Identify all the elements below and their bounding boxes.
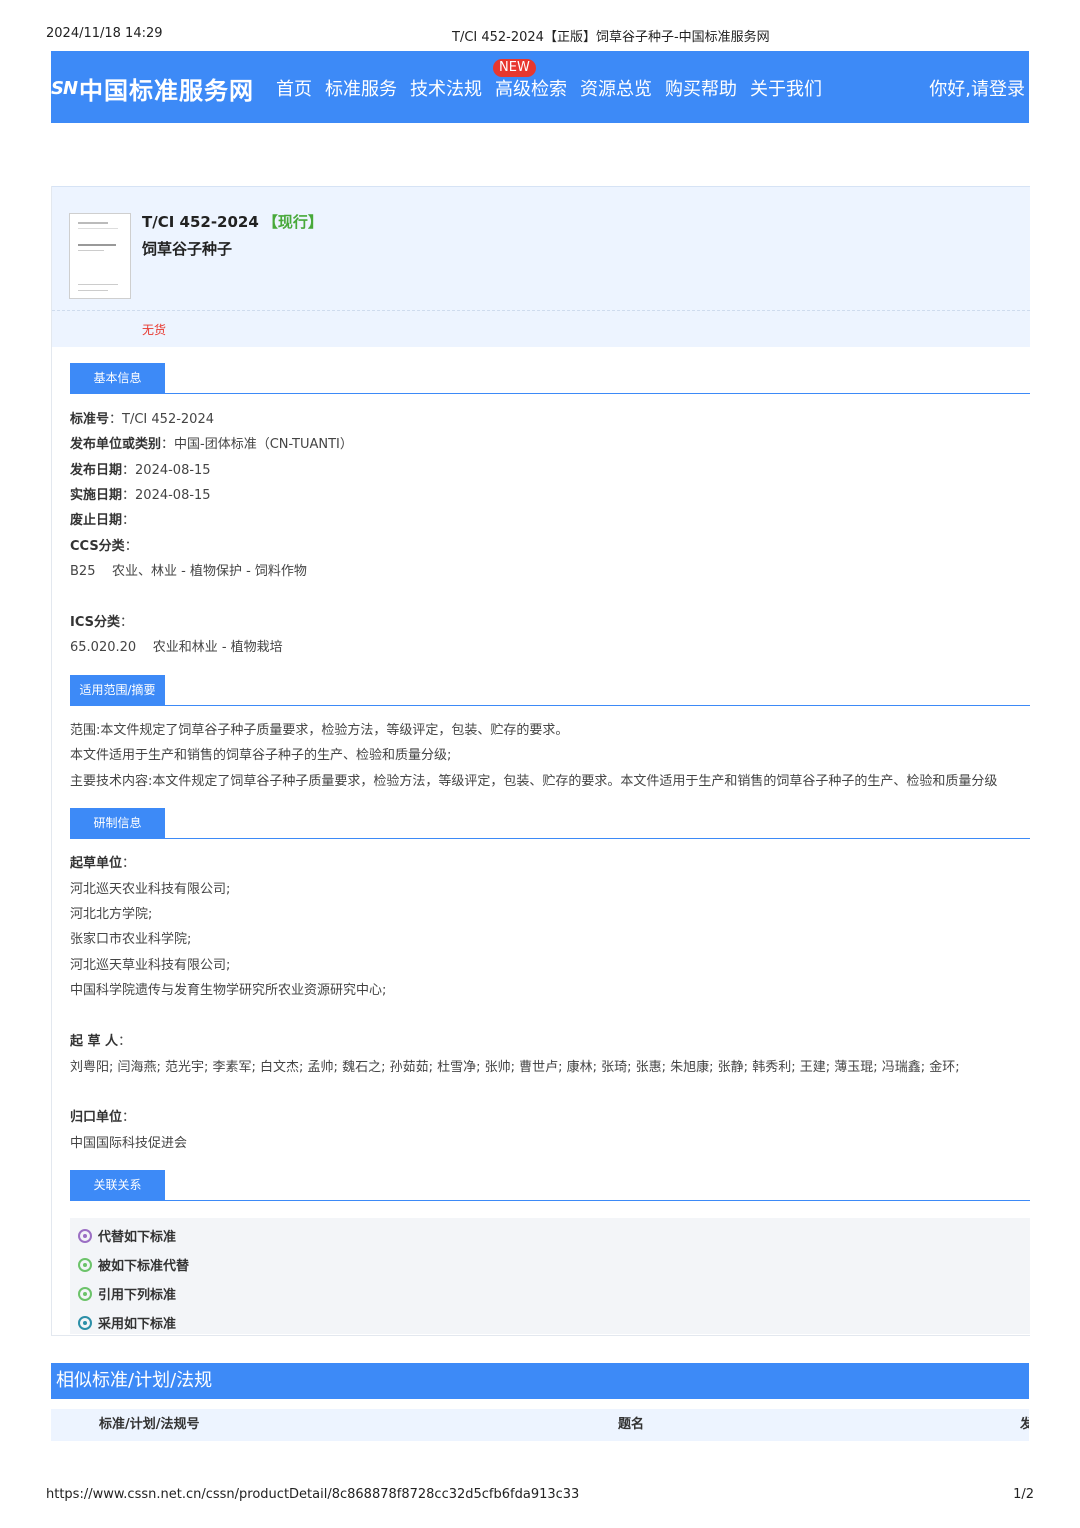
standard-code-heading: T/CI 452-2024 【现行】 (142, 211, 323, 232)
column-header-title: 题名 (618, 1417, 645, 1432)
reference-icon (78, 1286, 92, 1301)
tab-basic-info[interactable]: 基本信息 (70, 363, 165, 393)
logo-text: 中国标准服务网 (79, 75, 255, 105)
drafter-unit-item: 河北北方学院; (70, 907, 153, 922)
relation-adopts[interactable]: 采用如下标准 (78, 1313, 176, 1332)
relation-label: 代替如下标准 (98, 1230, 177, 1245)
tab-dev-info[interactable]: 研制信息 (70, 808, 165, 838)
drafter-unit-item: 中国科学院遗传与发育生物学研究所农业资源研究中心; (70, 983, 387, 998)
new-badge: NEW (493, 59, 536, 77)
print-header: 2024/11/18 14:29 T/CI 452-2024【正版】饲草谷子种子… (46, 26, 1034, 46)
section-scope-header: 适用范围/摘要 (70, 675, 1030, 706)
similar-standards-title: 相似标准/计划/法规 (56, 1370, 213, 1391)
owner-unit: 中国国际科技促进会 (70, 1136, 188, 1151)
ccs-classification: B25 农业、林业 - 植物保护 - 饲料作物 (70, 564, 307, 579)
field-label: 起草单位 (70, 856, 123, 871)
tab-relation[interactable]: 关联关系 (70, 1170, 165, 1200)
section-basic-info-header: 基本信息 (70, 363, 1030, 394)
field-ics-label: ICS分类： (70, 615, 133, 630)
field-value: T/CI 452-2024 (122, 412, 214, 427)
relation-label: 采用如下标准 (98, 1317, 177, 1332)
relation-replaced-by[interactable]: 被如下标准代替 (78, 1255, 189, 1274)
ics-classification: 65.020.20 农业和林业 - 植物栽培 (70, 640, 283, 655)
scope-line: 范围:本文件规定了饲草谷子种子质量要求，检验方法，等级评定，包装、贮存的要求。 (70, 723, 569, 738)
field-value: 2024-08-15 (135, 463, 211, 478)
nav-menu: 首页 标准服务 技术法规 NEW 高级检索 资源总览 购买帮助 关于我们 (276, 59, 835, 101)
nav-item-resources[interactable]: 资源总览 (580, 75, 652, 101)
top-navigation-bar: SN 中国标准服务网 首页 标准服务 技术法规 NEW 高级检索 资源总览 购买… (51, 51, 1029, 123)
column-header-code: 标准/计划/法规号 (99, 1417, 200, 1432)
field-label: ICS分类 (70, 615, 120, 630)
relation-label: 被如下标准代替 (98, 1259, 190, 1274)
print-page-number: 1/2 (1013, 1487, 1034, 1502)
print-url: https://www.cssn.net.cn/cssn/productDeta… (46, 1487, 580, 1502)
similar-standards-header: 相似标准/计划/法规 (51, 1363, 1029, 1399)
logo-mark-icon: SN (51, 77, 78, 99)
standard-code: T/CI 452-2024 (142, 213, 259, 231)
nav-item-advanced-search[interactable]: NEW 高级检索 (493, 59, 567, 101)
field-value: 2024-08-15 (135, 488, 211, 503)
field-label: 标准号 (70, 412, 110, 427)
adopt-icon (78, 1315, 92, 1330)
login-link[interactable]: 你好,请登录 (929, 75, 1025, 101)
field-value: 中国-团体标准（CN-TUANTI） (174, 437, 353, 452)
relation-replaces[interactable]: 代替如下标准 (78, 1226, 176, 1245)
print-datetime: 2024/11/18 14:29 (46, 26, 163, 41)
replaced-by-icon (78, 1257, 92, 1272)
field-owner-label: 归口单位： (70, 1110, 136, 1125)
nav-item-home[interactable]: 首页 (276, 75, 312, 101)
product-summary: T/CI 452-2024 【现行】 饲草谷子种子 无货 (52, 186, 1030, 347)
section-dev-info-header: 研制信息 (70, 808, 1030, 839)
field-standard-number: 标准号：T/CI 452-2024 (70, 412, 214, 427)
field-publish-date: 发布日期：2024-08-15 (70, 463, 211, 478)
field-abolish-date: 废止日期： (70, 513, 136, 528)
field-label: CCS分类 (70, 539, 125, 554)
print-page-title: T/CI 452-2024【正版】饲草谷子种子-中国标准服务网 (452, 30, 770, 45)
nav-item-purchase-help[interactable]: 购买帮助 (665, 75, 737, 101)
field-ccs-label: CCS分类： (70, 539, 138, 554)
nav-item-advanced-search-label: 高级检索 (495, 79, 567, 100)
scope-line: 本文件适用于生产和销售的饲草谷子种子的生产、检验和质量分级; (70, 748, 452, 763)
similar-table-header: 标准/计划/法规号 题名 发 (51, 1409, 1029, 1441)
nav-item-tech-regulations[interactable]: 技术法规 (410, 75, 482, 101)
replace-icon (78, 1228, 92, 1243)
field-publisher: 发布单位或类别：中国-团体标准（CN-TUANTI） (70, 437, 353, 452)
field-label: 废止日期 (70, 513, 123, 528)
field-label: 发布单位或类别 (70, 437, 162, 452)
field-label: 实施日期 (70, 488, 123, 503)
drafters-list: 刘粤阳; 闫海燕; 范光宇; 李素军; 白文杰; 孟帅; 魏石之; 孙茹茹; 杜… (70, 1060, 960, 1075)
tab-scope[interactable]: 适用范围/摘要 (70, 675, 165, 705)
divider (52, 310, 1030, 311)
section-relation-header: 关联关系 (70, 1170, 1030, 1201)
column-header-extra: 发 (1020, 1417, 1029, 1432)
site-logo[interactable]: SN 中国标准服务网 (51, 71, 254, 105)
status-badge: 【现行】 (262, 213, 323, 231)
standard-name: 饲草谷子种子 (142, 240, 233, 258)
drafter-unit-item: 张家口市农业科学院; (70, 932, 192, 947)
relation-references[interactable]: 引用下列标准 (78, 1284, 176, 1303)
relation-label: 引用下列标准 (98, 1288, 177, 1303)
field-label: 起 草 人 (70, 1034, 119, 1049)
nav-item-about-us[interactable]: 关于我们 (750, 75, 822, 101)
field-label: 发布日期 (70, 463, 123, 478)
product-detail-panel: T/CI 452-2024 【现行】 饲草谷子种子 无货 基本信息 标准号：T/C… (51, 186, 1030, 1336)
field-drafter-units-label: 起草单位： (70, 856, 136, 871)
field-implement-date: 实施日期：2024-08-15 (70, 488, 211, 503)
stock-status: 无货 (142, 323, 167, 337)
nav-item-standard-service[interactable]: 标准服务 (325, 75, 397, 101)
relation-list: 代替如下标准 被如下标准代替 引用下列标准 采用如下标准 (70, 1218, 1030, 1334)
drafter-unit-item: 河北巡天草业科技有限公司; (70, 958, 231, 973)
scope-line: 主要技术内容:本文件规定了饲草谷子种子质量要求，检验方法，等级评定，包装、贮存的… (70, 774, 998, 789)
document-cover-thumbnail[interactable] (69, 213, 131, 299)
drafter-unit-item: 河北巡天农业科技有限公司; (70, 882, 231, 897)
field-drafters-label: 起 草 人： (70, 1034, 132, 1049)
field-label: 归口单位 (70, 1110, 123, 1125)
